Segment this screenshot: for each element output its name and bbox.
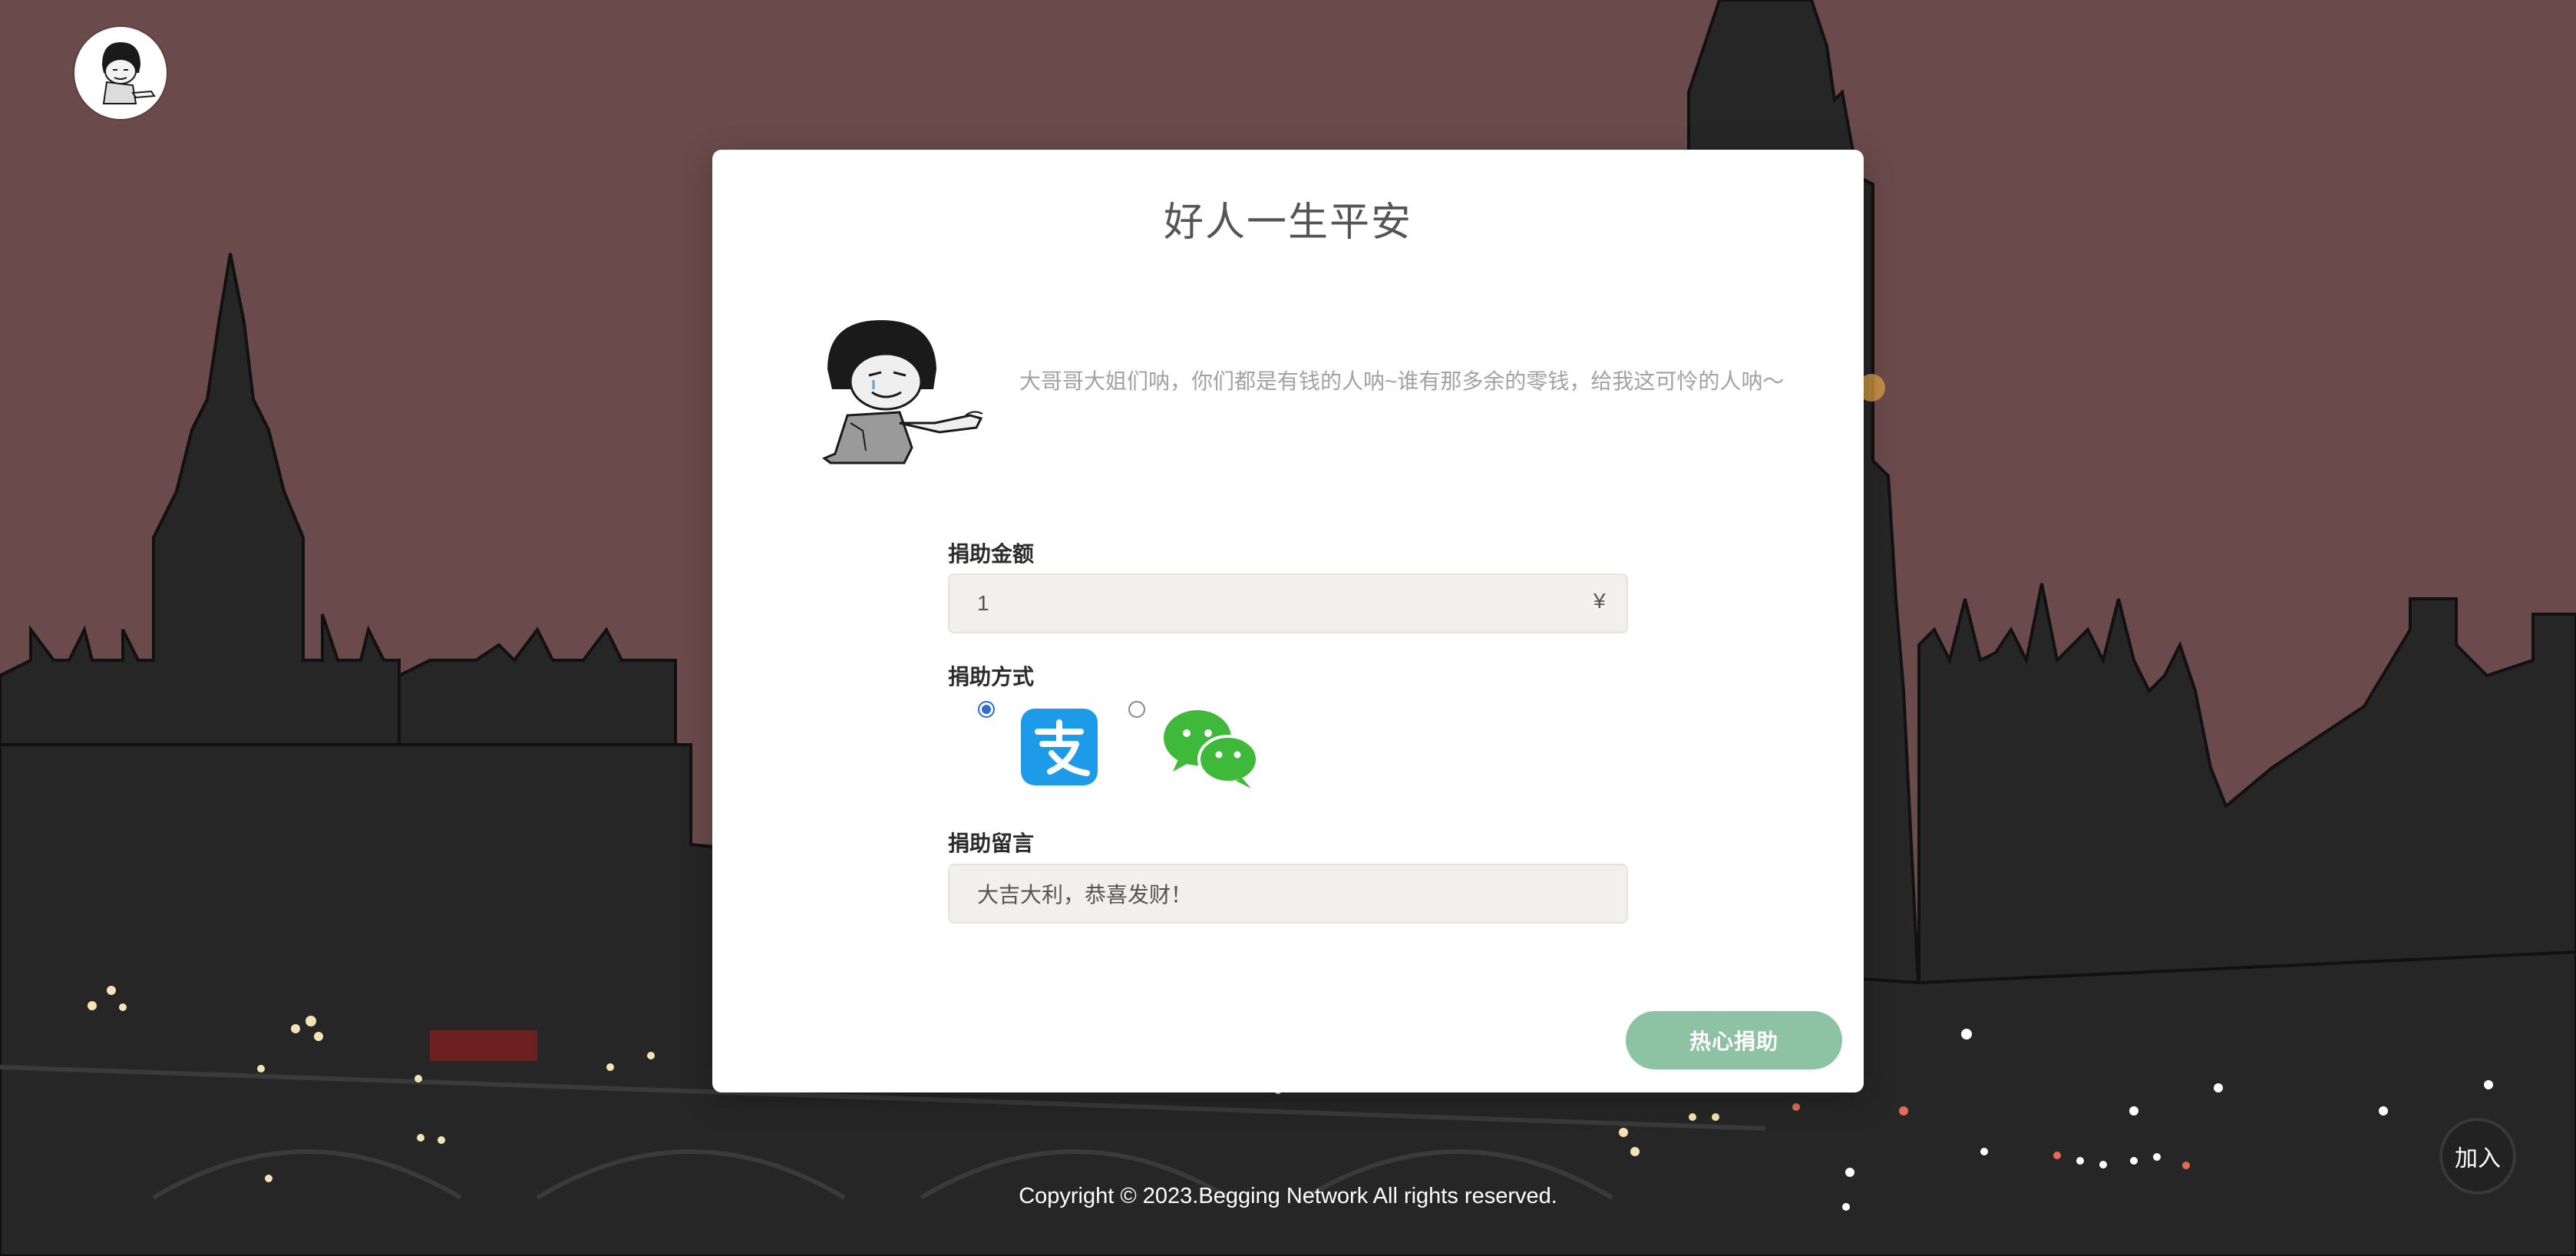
page-root: 好人一生平安 大哥哥大姐们呐，你们都是有钱的人呐~谁有那多余的零钱，给我这可怜的… [0,0,2576,1256]
wechat-icon[interactable] [1162,707,1259,792]
amount-input[interactable] [948,573,1628,633]
alipay-icon[interactable] [1021,709,1098,785]
footer-copyright: Copyright © 2023.Begging Network All rig… [1019,1184,1557,1208]
card-title: 好人一生平安 [1163,200,1412,245]
amount-label: 捐助金额 [948,542,1035,566]
alipay-radio[interactable] [978,701,995,718]
donation-card: 好人一生平安 大哥哥大姐们呐，你们都是有钱的人呐~谁有那多余的零钱，给我这可怜的… [712,150,1864,1092]
wechat-radio[interactable] [1128,701,1145,718]
message-label: 捐助留言 [948,831,1035,855]
message-input[interactable] [948,864,1628,924]
meme-face-icon [102,42,156,104]
site-logo[interactable] [74,27,167,119]
join-button[interactable]: 加入 [2441,1119,2515,1193]
donate-button[interactable]: 热心捐助 [1626,1011,1842,1069]
begging-meme-icon [822,320,983,464]
payment-method-label: 捐助方式 [948,665,1035,689]
begging-message: 大哥哥大姐们呐，你们都是有钱的人呐~谁有那多余的零钱，给我这可怜的人呐～ [1019,369,1785,393]
currency-symbol: ¥ [1593,589,1606,613]
